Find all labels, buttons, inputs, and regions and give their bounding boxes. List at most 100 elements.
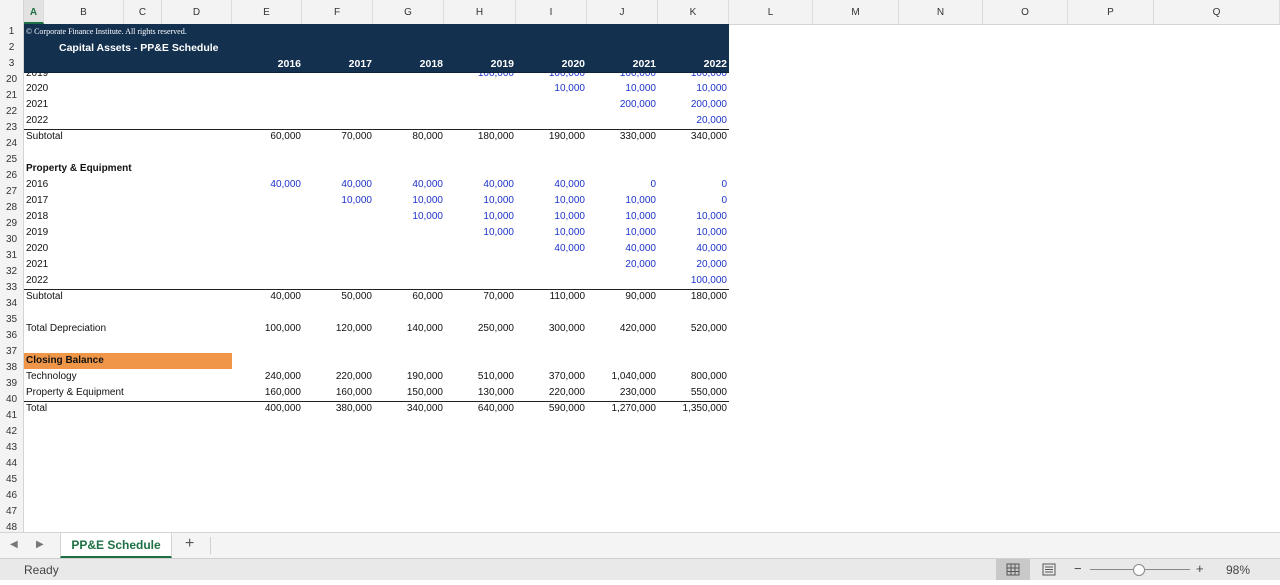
zoom-slider-thumb[interactable]: [1133, 564, 1145, 576]
tech-subtotal-value[interactable]: 70,000: [306, 129, 372, 145]
pe-row-value[interactable]: 10,000: [661, 225, 727, 241]
closing-row-value[interactable]: 1,040,000: [590, 369, 657, 385]
column-header-m[interactable]: M: [813, 0, 899, 24]
total-depreciation-value[interactable]: 300,000: [519, 321, 585, 337]
tech-subtotal-value[interactable]: 60,000: [235, 129, 301, 145]
pe-row-value[interactable]: 20,000: [661, 257, 727, 273]
closing-row-value[interactable]: 150,000: [377, 385, 443, 401]
row-header-35[interactable]: 35: [0, 312, 23, 328]
row-header-31[interactable]: 31: [0, 248, 23, 264]
pe-subtotal-value[interactable]: 40,000: [235, 289, 301, 305]
zoom-level[interactable]: 98%: [1226, 563, 1250, 577]
pe-row-value[interactable]: 10,000: [519, 225, 585, 241]
column-header-p[interactable]: P: [1068, 0, 1154, 24]
row-header-39[interactable]: 39: [0, 376, 23, 392]
total-depreciation-value[interactable]: 520,000: [661, 321, 727, 337]
pe-subtotal-value[interactable]: 70,000: [448, 289, 514, 305]
pe-row-value[interactable]: 40,000: [519, 177, 585, 193]
closing-row-value[interactable]: 370,000: [519, 369, 585, 385]
worksheet-grid[interactable]: © Corporate Finance Institute. All right…: [24, 24, 1280, 532]
pe-row-value[interactable]: 40,000: [661, 241, 727, 257]
pe-row-value[interactable]: 10,000: [377, 209, 443, 225]
column-header-o[interactable]: O: [983, 0, 1068, 24]
row-header-33[interactable]: 33: [0, 280, 23, 296]
column-header-f[interactable]: F: [302, 0, 373, 24]
row-header-47[interactable]: 47: [0, 504, 23, 520]
row-header-29[interactable]: 29: [0, 216, 23, 232]
tech-subtotal-value[interactable]: 340,000: [661, 129, 727, 145]
zoom-out-button[interactable]: −: [1074, 561, 1082, 576]
pe-subtotal-value[interactable]: 60,000: [377, 289, 443, 305]
tech-row-value[interactable]: 10,000: [661, 81, 727, 97]
row-header-22[interactable]: 22: [0, 104, 23, 120]
row-header-38[interactable]: 38: [0, 360, 23, 376]
row-header-30[interactable]: 30: [0, 232, 23, 248]
closing-row-value[interactable]: 240,000: [235, 369, 301, 385]
row-header-37[interactable]: 37: [0, 344, 23, 360]
column-header-d[interactable]: D: [162, 0, 232, 24]
column-header-g[interactable]: G: [373, 0, 444, 24]
pe-row-value[interactable]: 0: [590, 177, 656, 193]
row-header-43[interactable]: 43: [0, 440, 23, 456]
closing-total-value[interactable]: 400,000: [235, 401, 301, 417]
tech-subtotal-value[interactable]: 80,000: [377, 129, 443, 145]
column-header-l[interactable]: L: [729, 0, 813, 24]
column-header-q[interactable]: Q: [1154, 0, 1280, 24]
closing-row-value[interactable]: 130,000: [448, 385, 514, 401]
pe-row-value[interactable]: 10,000: [590, 193, 656, 209]
tech-row-value[interactable]: 200,000: [590, 97, 656, 113]
row-header-41[interactable]: 41: [0, 408, 23, 424]
row-header-34[interactable]: 34: [0, 296, 23, 312]
row-header-42[interactable]: 42: [0, 424, 23, 440]
tech-subtotal-value[interactable]: 190,000: [519, 129, 585, 145]
pe-row-value[interactable]: 10,000: [590, 209, 656, 225]
tab-pp-e-schedule[interactable]: PP&E Schedule: [60, 533, 172, 558]
pe-row-value[interactable]: 10,000: [306, 193, 372, 209]
row-header-36[interactable]: 36: [0, 328, 23, 344]
pe-row-value[interactable]: 10,000: [448, 209, 514, 225]
total-depreciation-value[interactable]: 420,000: [590, 321, 656, 337]
next-sheet-icon[interactable]: ▶: [36, 539, 44, 550]
pe-row-value[interactable]: 0: [661, 177, 727, 193]
column-header-j[interactable]: J: [587, 0, 658, 24]
column-header-c[interactable]: C: [124, 0, 162, 24]
tech-row-value[interactable]: 10,000: [590, 81, 656, 97]
closing-total-value[interactable]: 640,000: [448, 401, 514, 417]
pe-subtotal-value[interactable]: 180,000: [661, 289, 727, 305]
row-header-25[interactable]: 25: [0, 152, 23, 168]
page-layout-button[interactable]: [1032, 559, 1066, 580]
pe-row-value[interactable]: 20,000: [590, 257, 656, 273]
pe-row-value[interactable]: 40,000: [377, 177, 443, 193]
closing-row-value[interactable]: 160,000: [306, 385, 372, 401]
pe-row-value[interactable]: 10,000: [519, 209, 585, 225]
total-depreciation-value[interactable]: 250,000: [448, 321, 514, 337]
select-all-corner[interactable]: [0, 0, 24, 24]
row-header-27[interactable]: 27: [0, 184, 23, 200]
column-header-i[interactable]: I: [516, 0, 587, 24]
row-header-20[interactable]: 20: [0, 72, 23, 88]
pe-subtotal-value[interactable]: 90,000: [590, 289, 656, 305]
row-header-32[interactable]: 32: [0, 264, 23, 280]
total-depreciation-value[interactable]: 100,000: [235, 321, 301, 337]
pe-row-value[interactable]: 10,000: [519, 193, 585, 209]
total-depreciation-value[interactable]: 140,000: [377, 321, 443, 337]
pe-row-value[interactable]: 40,000: [306, 177, 372, 193]
tech-row-value[interactable]: 10,000: [519, 81, 585, 97]
pe-subtotal-value[interactable]: 110,000: [519, 289, 585, 305]
pe-row-value[interactable]: 40,000: [448, 177, 514, 193]
add-sheet-button[interactable]: +: [185, 535, 194, 553]
tech-row-value[interactable]: 20,000: [661, 113, 727, 129]
total-depreciation-value[interactable]: 120,000: [306, 321, 372, 337]
pe-row-value[interactable]: 10,000: [377, 193, 443, 209]
column-header-n[interactable]: N: [899, 0, 983, 24]
pe-row-value[interactable]: 10,000: [448, 225, 514, 241]
row-header-21[interactable]: 21: [0, 88, 23, 104]
pe-row-value[interactable]: 100,000: [661, 273, 727, 289]
pe-row-value[interactable]: 40,000: [519, 241, 585, 257]
closing-total-value[interactable]: 1,350,000: [661, 401, 728, 417]
row-header-40[interactable]: 40: [0, 392, 23, 408]
pe-row-value[interactable]: 40,000: [590, 241, 656, 257]
tech-subtotal-value[interactable]: 330,000: [590, 129, 656, 145]
column-header-a[interactable]: A: [24, 0, 44, 24]
pe-row-value[interactable]: 0: [661, 193, 727, 209]
